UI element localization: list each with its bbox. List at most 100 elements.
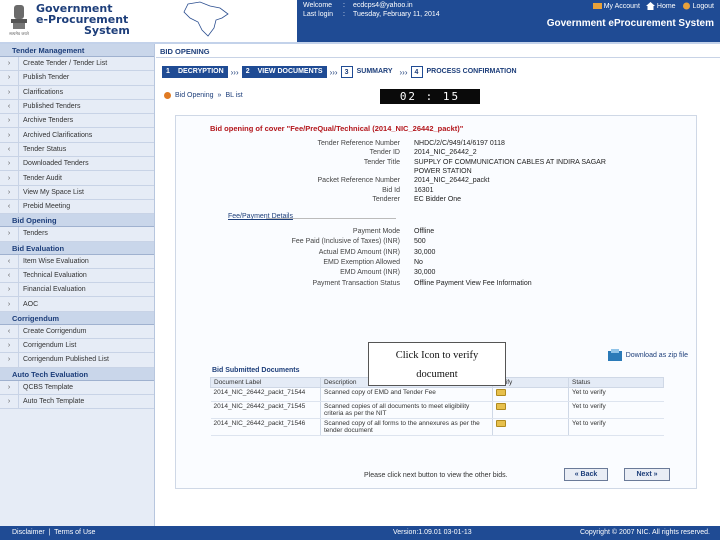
download-zip-link[interactable]: Download as zip file: [607, 349, 688, 361]
sidebar-section-title: Tender Management: [0, 44, 154, 57]
user-info: Welcome: ecdcps4@yahoo.in Last login: Tues…: [303, 2, 440, 18]
sidebar-item[interactable]: ‹ Create Corrigendum: [0, 324, 154, 340]
sidebar-item-label: Archive Tenders: [18, 114, 73, 128]
info-value: No: [414, 258, 423, 266]
terms-link[interactable]: Terms of Use: [54, 529, 95, 536]
last-login-label: Last login: [303, 11, 333, 18]
info-key: Payment Transaction Status: [312, 279, 400, 287]
breadcrumb-bid-list[interactable]: BL ist: [225, 92, 242, 99]
document-status: Yet to verify: [568, 401, 664, 419]
sidebar-item[interactable]: › Publish Tender: [0, 71, 154, 86]
verify-folder-icon[interactable]: [496, 420, 506, 427]
sidebar-item[interactable]: › Downloaded Tenders: [0, 157, 154, 172]
step-arrow-icon: ›››: [329, 67, 338, 77]
step-number: 4: [410, 66, 423, 78]
sidebar-item[interactable]: › View My Space List: [0, 185, 154, 200]
header: सत्यमेव जयते Government e-Procurement Sy…: [0, 0, 720, 44]
sidebar-item[interactable]: ‹ Tender Status: [0, 142, 154, 158]
verify-folder-icon[interactable]: [496, 389, 506, 396]
sidebar-item[interactable]: › Archive Tenders: [0, 114, 154, 129]
step-arrow-icon: ›››: [399, 67, 408, 77]
document-status: Yet to verify: [568, 387, 664, 402]
sidebar-item[interactable]: › Archived Clarifications: [0, 128, 154, 143]
step-label: DECRYPTION: [174, 66, 228, 78]
wizard-steps: 1 DECRYPTION ››› 2 VIEW DOCUMENTS ››› 3 SUM…: [162, 66, 521, 78]
step-view-documents[interactable]: 2 VIEW DOCUMENTS: [241, 66, 327, 78]
next-button[interactable]: Next »: [624, 468, 670, 481]
info-key: EMD Exemption Allowed: [323, 258, 400, 266]
breadcrumb-bid-opening[interactable]: Bid Opening: [175, 92, 214, 99]
sidebar-item[interactable]: › Auto Tech Template: [0, 394, 154, 410]
sidebar-item-label: AOC: [18, 297, 38, 311]
info-key: Packet Reference Number: [317, 177, 400, 185]
sidebar-item-label: Archived Clarifications: [18, 128, 92, 142]
info-row: POWER STATION: [176, 168, 696, 177]
home-link[interactable]: Home: [645, 2, 676, 10]
sidebar-item[interactable]: ‹ Prebid Meeting: [0, 199, 154, 215]
breadcrumb: Bid Opening » BL ist: [164, 92, 243, 99]
sidebar-item[interactable]: › QCBS Template: [0, 380, 154, 395]
logout-link[interactable]: Logout: [682, 2, 714, 10]
step-summary[interactable]: 3 SUMMARY: [340, 66, 397, 78]
step-process-confirmation[interactable]: 4 PROCESS CONFIRMATION: [410, 66, 521, 78]
step-label: VIEW DOCUMENTS: [253, 66, 327, 78]
step-label: PROCESS CONFIRMATION: [422, 66, 521, 78]
table-row: 2014_NIC_26442_packt_71544 Scanned copy o…: [210, 387, 664, 402]
disclaimer-link[interactable]: Disclaimer: [12, 529, 45, 536]
breadcrumb-separator: »: [217, 92, 222, 99]
sidebar-item-label: Auto Tech Template: [18, 394, 84, 409]
info-key: Tender Reference Number: [317, 140, 401, 147]
sidebar-bullet-icon: ‹: [7, 272, 11, 279]
top-links: My Account Home Logout: [592, 2, 714, 10]
download-label: Download as zip file: [625, 351, 688, 359]
step-number: 2: [241, 66, 254, 78]
sidebar-bullet-icon: ›: [7, 160, 11, 168]
panel-title: Bid opening of cover "Fee/PreQual/Techni…: [210, 124, 464, 133]
my-account-link[interactable]: My Account: [592, 2, 640, 10]
sidebar-item[interactable]: › Financial Evaluation: [0, 283, 154, 298]
sidebar-bullet-icon: ›: [7, 342, 11, 350]
info-value: POWER STATION: [414, 167, 472, 175]
step-label: SUMMARY: [352, 66, 397, 78]
my-account-label: My Account: [603, 2, 640, 10]
sidebar-item[interactable]: › Clarifications: [0, 85, 154, 100]
sidebar-item[interactable]: › Create Tender / Tender List: [0, 57, 154, 72]
info-key: EMD Amount (INR): [340, 269, 400, 277]
logo[interactable]: सत्यमेव जयते Government e-Procurement Sy…: [6, 3, 156, 39]
sidebar-item[interactable]: ‹ Technical Evaluation: [0, 268, 154, 284]
sidebar-item[interactable]: › Tender Audit: [0, 171, 154, 186]
table-row: 2014_NIC_26442_packt_71545 Scanned copies…: [210, 401, 664, 419]
footer-separator: |: [48, 529, 51, 536]
info-value: 16301: [414, 186, 434, 194]
step-decryption[interactable]: 1 DECRYPTION: [162, 66, 228, 78]
main-content: BID OPENING 1 DECRYPTION ››› 2 VIEW DOCUME…: [156, 44, 720, 526]
sidebar-item[interactable]: › Corrigendum List: [0, 339, 154, 354]
document-status: Yet to verify: [568, 418, 664, 436]
verify-folder-icon[interactable]: [496, 403, 506, 410]
sidebar-item[interactable]: ‹ Item Wise Evaluation: [0, 254, 154, 269]
sidebar-item-label: Publish Tender: [18, 71, 69, 85]
info-row: Actual EMD Amount (INR) 30,000: [176, 249, 696, 258]
sidebar-item[interactable]: › Tenders: [0, 227, 154, 242]
sidebar-bullet-icon: ›: [7, 74, 11, 82]
fee-details-rule: [266, 218, 396, 219]
sidebar-bullet-icon: ‹: [7, 103, 11, 111]
info-row: Packet Reference Number 2014_NIC_26442_pa…: [176, 177, 696, 186]
sidebar-item[interactable]: ‹ Published Tenders: [0, 99, 154, 115]
sidebar-item[interactable]: › Corrigendum Published List: [0, 353, 154, 368]
back-button[interactable]: « Back: [564, 468, 608, 481]
sidebar-item-label: Published Tenders: [18, 99, 80, 114]
breadcrumb-bullet-icon: [164, 92, 171, 99]
sidebar-item-label: Tender Audit: [18, 171, 62, 185]
verify-cell: [492, 418, 569, 436]
sidebar-bullet-icon: ›: [7, 398, 11, 406]
sidebar-bullet-icon: ›: [7, 88, 11, 96]
info-value: SUPPLY OF COMMUNICATION CABLES AT INDIRA…: [414, 158, 606, 166]
sidebar-bullet-icon: ›: [7, 117, 11, 125]
info-value: 30,000: [414, 248, 436, 256]
column-header-status: Status: [568, 377, 664, 388]
info-row: Bid Id 16301: [176, 187, 696, 196]
sidebar-item[interactable]: › AOC: [0, 297, 154, 312]
tooltip-line-2: document: [416, 369, 458, 380]
version-text: Version:1.09.01 03-01-13: [393, 529, 472, 536]
